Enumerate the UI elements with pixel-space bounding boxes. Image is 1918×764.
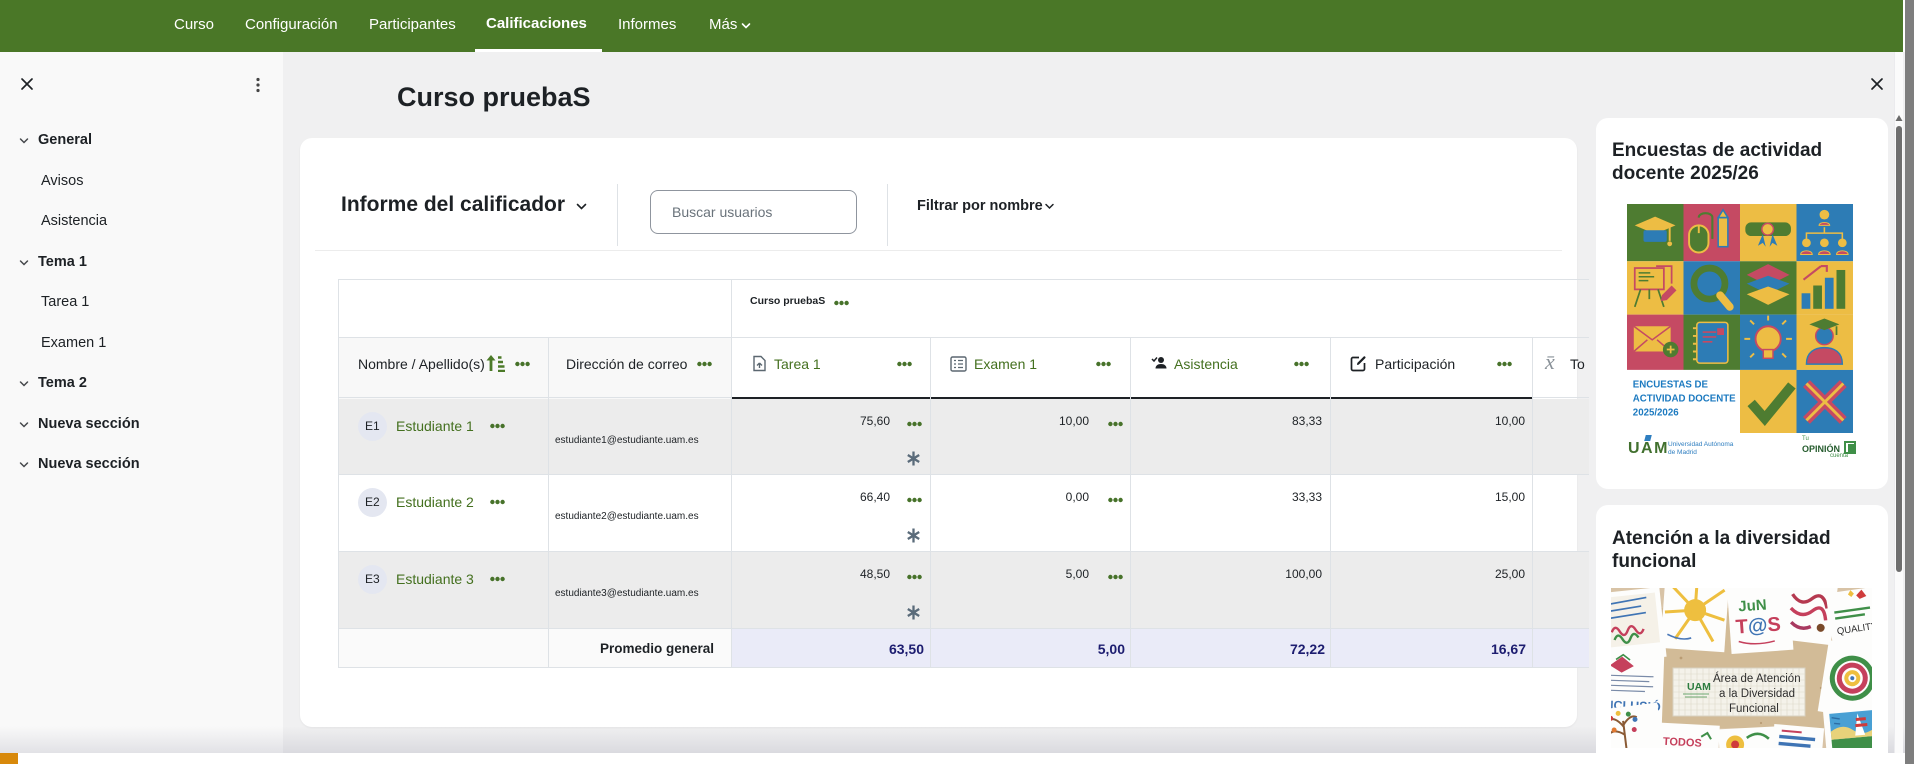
svg-text:Funcional: Funcional bbox=[1729, 703, 1779, 715]
svg-text:TODOS: TODOS bbox=[1663, 736, 1702, 748]
svg-text:T@S: T@S bbox=[1735, 614, 1782, 639]
svg-text:JuN: JuN bbox=[1738, 596, 1767, 615]
svg-text:a la Diversidad: a la Diversidad bbox=[1719, 688, 1795, 700]
svg-text:ENCUESTAS DE: ENCUESTAS DE bbox=[1633, 379, 1709, 390]
svg-text:ACTIVIDAD DOCENTE: ACTIVIDAD DOCENTE bbox=[1633, 393, 1736, 404]
svg-text:2025/2026: 2025/2026 bbox=[1633, 408, 1679, 419]
svg-text:Área de Atención: Área de Atención bbox=[1713, 672, 1801, 685]
svg-text:UAM: UAM bbox=[1687, 681, 1711, 693]
